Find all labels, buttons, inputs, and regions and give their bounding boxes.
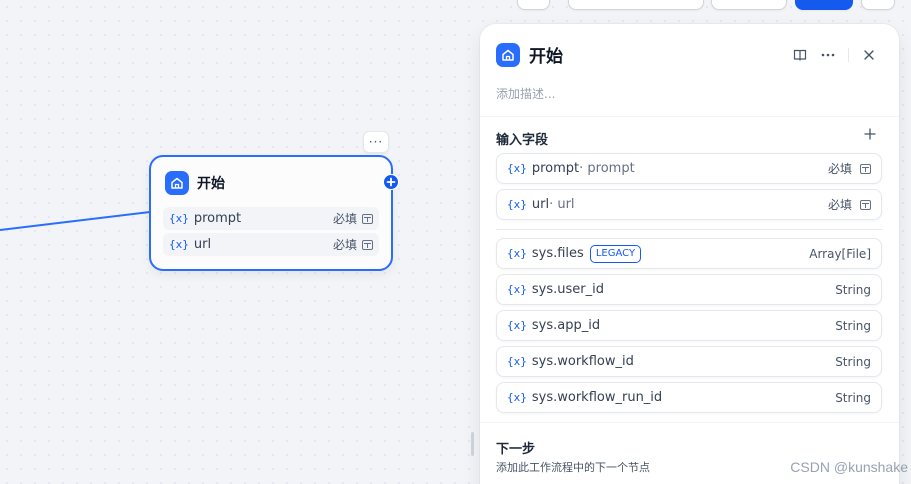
field-name: sys.workflow_id [531, 354, 634, 369]
required-label: 必填 [332, 212, 357, 226]
start-node[interactable]: 开始 {x} prompt 必填 {x} url 必填 [149, 155, 393, 271]
more-icon[interactable] [818, 45, 838, 65]
field-name: sys.user_id [531, 282, 604, 297]
variable-icon: {x} [507, 391, 527, 404]
input-field-url[interactable]: {x} url · url 必填 [496, 189, 882, 220]
required-label: 必填 [827, 198, 852, 212]
toolbar-button-2[interactable] [568, 0, 704, 10]
field-name: url [531, 197, 550, 212]
required-label: 必填 [332, 238, 357, 252]
required-label: 必填 [827, 162, 852, 176]
toolbar-button-5[interactable] [861, 0, 895, 10]
text-type-icon [362, 239, 373, 250]
legacy-badge: LEGACY [589, 244, 642, 263]
text-type-icon [362, 213, 373, 224]
watermark: CSDN @kunshake [790, 459, 908, 475]
close-icon[interactable] [859, 45, 879, 65]
toolbar-primary-button[interactable] [795, 0, 853, 10]
panel-header: 开始 [496, 42, 563, 67]
input-field-prompt[interactable]: {x} prompt · prompt 必填 [496, 153, 882, 184]
variable-icon: {x} [507, 162, 527, 175]
field-type: String [835, 354, 871, 369]
input-section-title: 输入字段 [496, 133, 549, 148]
system-field-user-id[interactable]: {x} sys.user_id String [496, 274, 882, 305]
text-type-icon [860, 199, 871, 210]
node-variable-name: prompt [193, 211, 242, 226]
add-input-field-button[interactable] [861, 126, 879, 144]
system-field-workflow-id[interactable]: {x} sys.workflow_id String [496, 346, 882, 377]
node-variable-url: {x} url 必填 [163, 233, 379, 256]
home-icon [165, 171, 189, 195]
toolbar-button-1[interactable] [517, 0, 550, 10]
field-name: sys.workflow_run_id [531, 390, 663, 405]
field-alias: · prompt [579, 161, 635, 176]
divider [480, 116, 899, 117]
add-next-node-button[interactable] [383, 174, 399, 190]
variable-icon: {x} [507, 283, 527, 296]
field-type: String [835, 390, 871, 405]
plus-icon [386, 177, 396, 187]
system-field-files[interactable]: {x} sys.files LEGACY Array[File] [496, 238, 882, 269]
variable-icon: {x} [169, 238, 189, 251]
panel-title: 开始 [529, 47, 563, 67]
node-settings-panel: 开始 添加描述... 输入字段 {x} prompt · prompt 必填 {… [480, 24, 899, 484]
field-name: sys.app_id [531, 318, 601, 333]
book-icon[interactable] [790, 45, 810, 65]
node-title: 开始 [197, 176, 225, 192]
panel-actions [790, 45, 879, 65]
next-step-title: 下一步 [496, 442, 536, 457]
variable-icon: {x} [507, 247, 527, 260]
field-type: Array[File] [809, 246, 871, 261]
system-field-app-id[interactable]: {x} sys.app_id String [496, 310, 882, 341]
variable-icon: {x} [507, 355, 527, 368]
variable-icon: {x} [169, 212, 189, 225]
system-field-workflow-run-id[interactable]: {x} sys.workflow_run_id String [496, 382, 882, 413]
field-type: String [835, 318, 871, 333]
variable-icon: {x} [507, 319, 527, 332]
panel-resize-handle[interactable] [471, 432, 474, 456]
plus-icon [864, 128, 876, 140]
field-name: sys.files [531, 246, 584, 261]
field-type: String [835, 282, 871, 297]
text-type-icon [860, 163, 871, 174]
section-divider [496, 229, 883, 230]
toolbar-button-3[interactable] [711, 0, 787, 10]
home-icon [496, 42, 520, 67]
variable-icon: {x} [507, 198, 527, 211]
actions-divider [848, 48, 849, 62]
field-name: prompt [531, 161, 580, 176]
description-input[interactable]: 添加描述... [496, 85, 555, 102]
divider [480, 422, 899, 423]
node-more-button[interactable]: ··· [363, 131, 389, 153]
field-alias: · url [549, 197, 575, 212]
next-step-description: 添加此工作流程中的下一个节点 [496, 461, 650, 474]
node-variable-prompt: {x} prompt 必填 [163, 207, 379, 230]
node-header: 开始 [165, 171, 225, 195]
node-variable-name: url [193, 237, 212, 252]
